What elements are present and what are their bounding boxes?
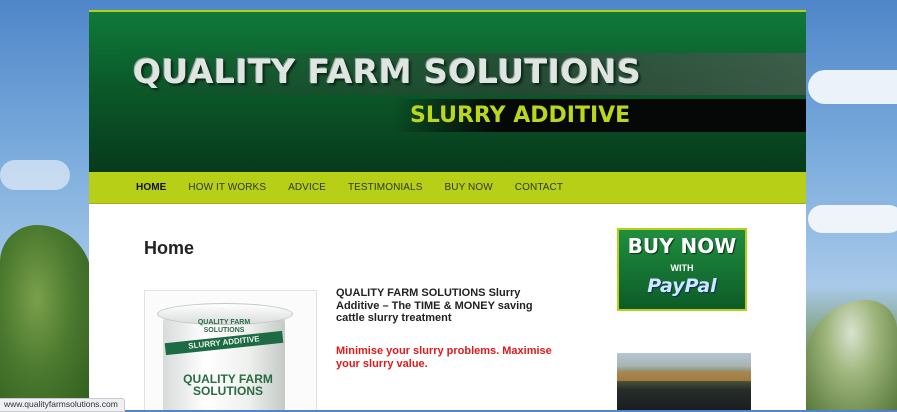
nav-item-testimonials[interactable]: TESTIMONIALS [348, 182, 423, 193]
background-tree [0, 225, 92, 410]
background-cloud [808, 205, 897, 233]
product-image[interactable]: QUALITY FARM SOLUTIONS SLURRY ADDITIVE Q… [144, 290, 317, 410]
background-cloud [808, 70, 897, 104]
page-title: Home [144, 238, 195, 258]
header-banner: QUALITY FARM SOLUTIONS SLURRY ADDITIVE [89, 10, 806, 172]
buy-now-label: BUY NOW [627, 234, 737, 258]
background-cloud [0, 160, 70, 190]
page-container: QUALITY FARM SOLUTIONS SLURRY ADDITIVE H… [89, 10, 806, 410]
nav-item-contact[interactable]: CONTACT [515, 182, 563, 193]
highlight-text: Minimise your slurry problems. Maximise … [336, 345, 552, 370]
buy-now-paypal-button[interactable]: BUY NOW WITH PayPal [617, 228, 747, 311]
intro-text: QUALITY FARM SOLUTIONS Slurry Additive –… [336, 287, 533, 324]
nav-item-buy-now[interactable]: BUY NOW [444, 182, 492, 193]
buy-now-with-label: WITH [670, 263, 694, 273]
product-label-brand: QUALITY FARM SOLUTIONS [183, 372, 273, 398]
site-subtitle: SLURRY ADDITIVE [410, 103, 631, 128]
nav-item-how-it-works[interactable]: HOW IT WORKS [188, 182, 266, 193]
background-tree [806, 300, 897, 410]
site-title: QUALITY FARM SOLUTIONS [133, 52, 642, 91]
paypal-logo: PayPal [647, 275, 717, 297]
lagoon-bank [617, 371, 751, 381]
nav-item-advice[interactable]: ADVICE [288, 182, 326, 193]
slurry-lagoon-photo[interactable] [617, 353, 751, 410]
main-nav: HOME HOW IT WORKS ADVICE TESTIMONIALS BU… [89, 172, 806, 204]
nav-item-home[interactable]: HOME [136, 182, 166, 193]
